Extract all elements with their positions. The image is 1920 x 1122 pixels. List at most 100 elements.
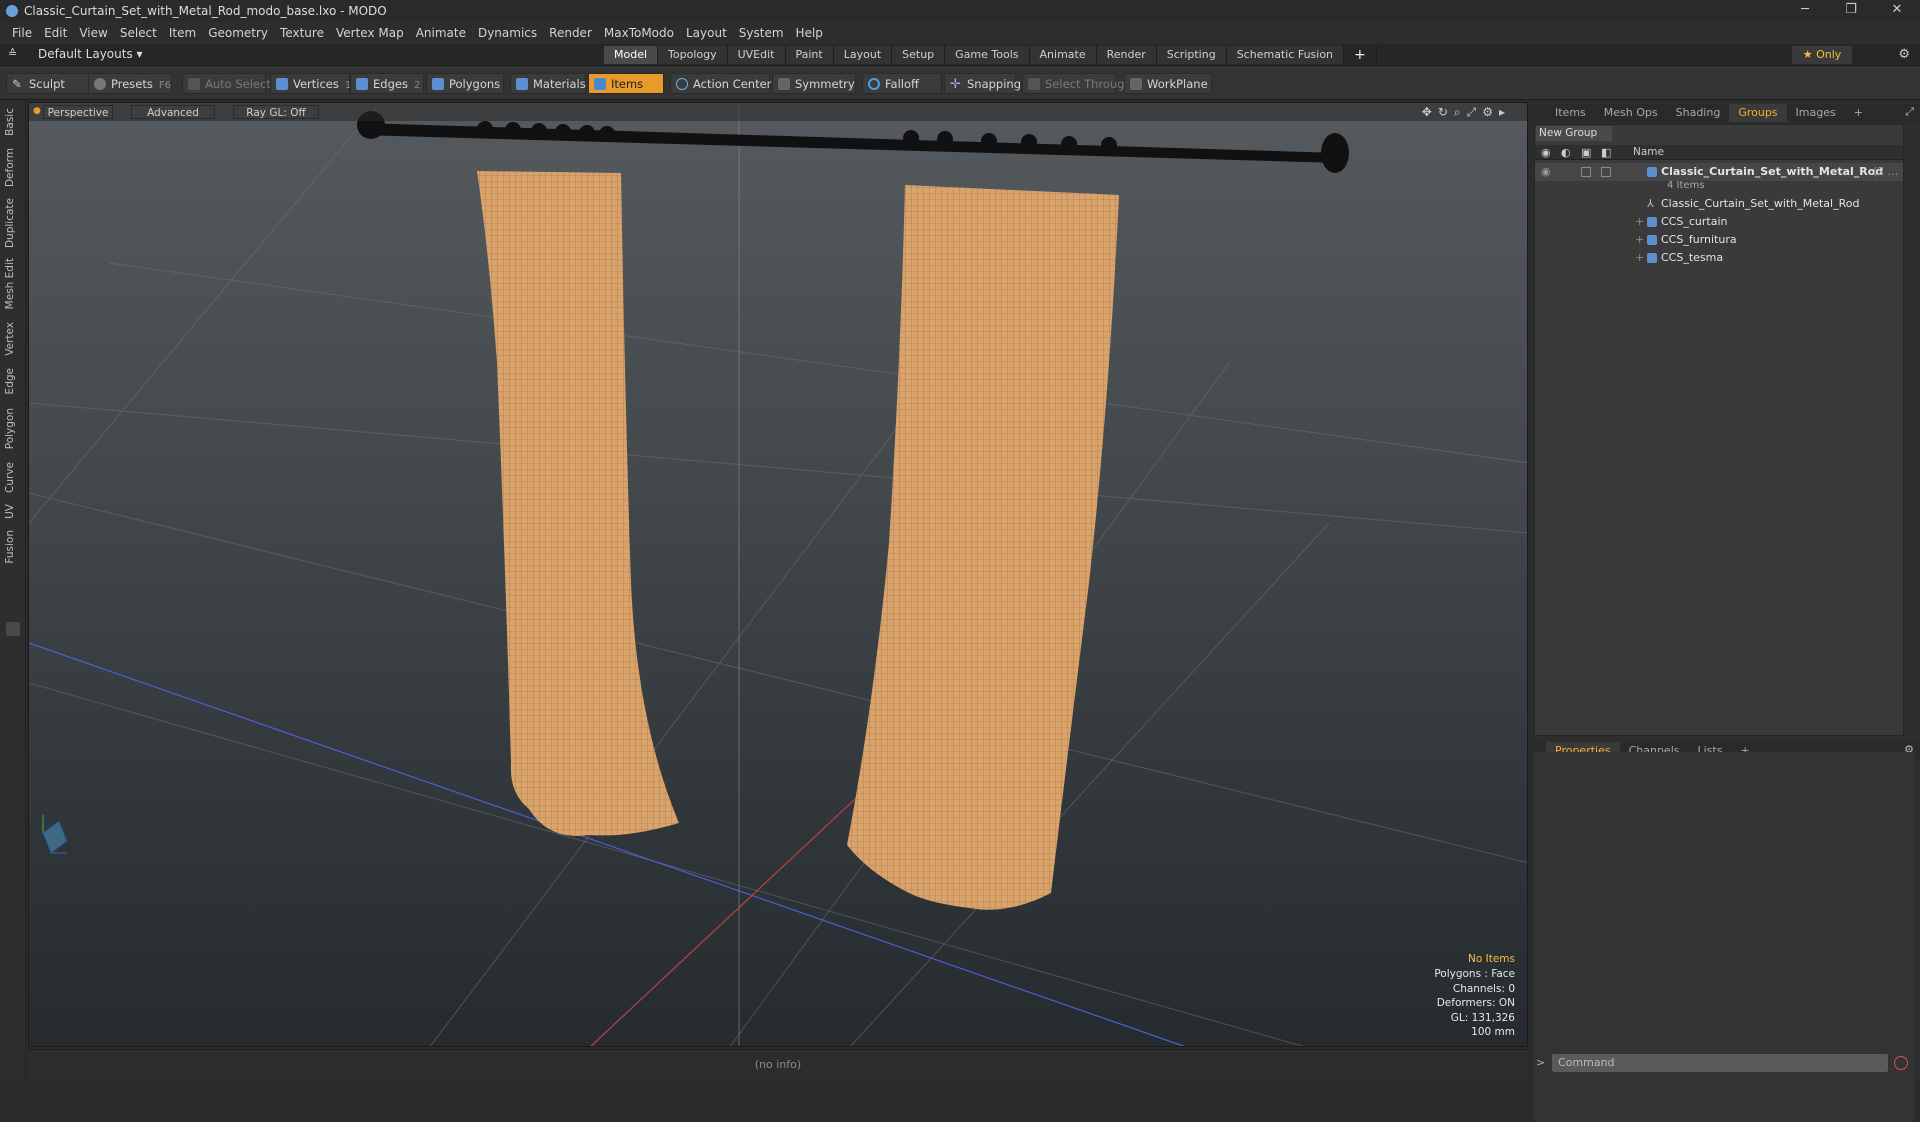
lock-column-icon[interactable]: ▣ xyxy=(1581,146,1591,159)
left-tab-vertex[interactable]: Vertex xyxy=(4,322,16,356)
stats-gl: GL: 131,326 xyxy=(1450,1011,1515,1024)
shading-mode-button[interactable]: Advanced xyxy=(131,105,215,119)
lock-checkbox[interactable] xyxy=(1581,167,1591,177)
expand-icon[interactable]: + xyxy=(1635,231,1644,249)
left-tab-basic[interactable]: Basic xyxy=(4,108,16,136)
menu-item[interactable]: Item xyxy=(163,26,202,40)
menu-select[interactable]: Select xyxy=(114,26,163,40)
left-tab-edge[interactable]: Edge xyxy=(4,368,16,394)
polygons-button[interactable]: Polygons xyxy=(426,73,504,94)
mesh-icon xyxy=(1647,253,1657,263)
tab-game-tools[interactable]: Game Tools xyxy=(945,46,1030,64)
tab-model[interactable]: Model xyxy=(604,46,659,64)
visibility-column-icon[interactable]: ◉ xyxy=(1541,146,1551,159)
raygl-button[interactable]: Ray GL: Off xyxy=(233,105,319,119)
tab-images[interactable]: Images xyxy=(1787,104,1845,122)
minimize-button[interactable]: ─ xyxy=(1782,0,1828,22)
tab-layout[interactable]: Layout xyxy=(833,46,893,64)
add-tab-button[interactable]: + xyxy=(1344,46,1377,64)
menu-animate[interactable]: Animate xyxy=(410,26,472,40)
menu-texture[interactable]: Texture xyxy=(274,26,330,40)
rod-finial-right xyxy=(1321,133,1349,173)
menu-render[interactable]: Render xyxy=(543,26,598,40)
tab-uvedit[interactable]: UVEdit xyxy=(727,46,786,64)
add-panel-tab-button[interactable]: + xyxy=(1845,104,1872,122)
only-toggle[interactable]: ★ Only xyxy=(1792,46,1852,64)
list-item[interactable]: ⅄ Classic_Curtain_Set_with_Metal_Rod xyxy=(1535,195,1903,213)
tab-shading[interactable]: Shading xyxy=(1667,104,1730,122)
viewport-menu-icon[interactable]: ● xyxy=(33,106,41,116)
tab-scripting[interactable]: Scripting xyxy=(1156,46,1227,64)
group-item-count: 4 Items xyxy=(1667,180,1705,191)
command-input[interactable]: Command xyxy=(1552,1054,1888,1072)
expand-icon[interactable]: + xyxy=(1635,213,1644,231)
close-button[interactable]: ✕ xyxy=(1874,0,1920,22)
tab-paint[interactable]: Paint xyxy=(785,46,834,64)
action-center-button[interactable]: Action Center xyxy=(670,73,772,94)
menu-layout[interactable]: Layout xyxy=(680,26,733,40)
left-tab-curve[interactable]: Curve xyxy=(4,462,16,493)
panel-expand-icon[interactable]: ⤢ xyxy=(1905,105,1914,119)
menu-maxtomodo[interactable]: MaxToModo xyxy=(598,26,680,40)
left-tab-duplicate[interactable]: Duplicate xyxy=(4,198,16,248)
view-type-button[interactable]: Perspective xyxy=(43,105,113,119)
expand-icon[interactable]: + xyxy=(1635,249,1644,267)
menu-file[interactable]: File xyxy=(6,26,38,40)
tab-setup[interactable]: Setup xyxy=(892,46,946,64)
left-tab-deform[interactable]: Deform xyxy=(4,148,16,187)
render-column-icon[interactable]: ◐ xyxy=(1561,146,1571,159)
menu-help[interactable]: Help xyxy=(790,26,829,40)
select-through-label: Select Through xyxy=(1045,77,1132,91)
layouts-dropdown[interactable]: Default Layouts ▾ xyxy=(38,47,143,61)
maximize-button[interactable]: ❐ xyxy=(1828,0,1874,22)
materials-button[interactable]: Materials xyxy=(510,73,586,94)
snapping-button[interactable]: ✛ Snapping xyxy=(944,73,1021,94)
select-column-icon[interactable]: ◧ xyxy=(1601,146,1611,159)
auto-select-button[interactable]: Auto Select xyxy=(182,73,271,94)
symmetry-button[interactable]: Symmetry xyxy=(772,73,856,94)
left-tab-mesh-edit[interactable]: Mesh Edit xyxy=(4,258,16,309)
edges-button[interactable]: Edges 2 xyxy=(350,73,424,94)
viewport-nav-icons[interactable]: ✥↻⌕⤢⚙▸ xyxy=(1422,105,1511,120)
symmetry-label: Symmetry xyxy=(795,77,855,91)
command-record-icon[interactable] xyxy=(1894,1056,1908,1070)
menu-vertex-map[interactable]: Vertex Map xyxy=(330,26,410,40)
menu-edit[interactable]: Edit xyxy=(38,26,73,40)
menu-view[interactable]: View xyxy=(73,26,113,40)
title-bar: Classic_Curtain_Set_with_Metal_Rod_modo_… xyxy=(0,0,1920,22)
presets-shortcut: F6 xyxy=(158,80,171,91)
menu-dynamics[interactable]: Dynamics xyxy=(472,26,543,40)
tab-groups[interactable]: Groups xyxy=(1729,104,1787,122)
tab-topology[interactable]: Topology xyxy=(658,46,728,64)
tab-schematic-fusion[interactable]: Schematic Fusion xyxy=(1226,46,1345,64)
palette-toggle-icon[interactable] xyxy=(6,622,20,636)
items-button[interactable]: Items xyxy=(588,73,664,94)
layout-collapse-icon[interactable]: ≙ xyxy=(8,47,17,60)
menu-geometry[interactable]: Geometry xyxy=(202,26,274,40)
presets-icon xyxy=(94,78,106,90)
falloff-button[interactable]: Falloff xyxy=(862,73,942,94)
presets-button[interactable]: Presets F6 xyxy=(88,73,172,94)
list-item[interactable]: + CCS_curtain xyxy=(1535,213,1903,231)
list-item[interactable]: + CCS_furnitura xyxy=(1535,231,1903,249)
select-through-button[interactable]: Select Through xyxy=(1022,73,1132,94)
action-center-label: Action Center xyxy=(693,77,772,91)
left-tab-polygon[interactable]: Polygon xyxy=(4,408,16,449)
tab-animate[interactable]: Animate xyxy=(1029,46,1097,64)
gear-icon[interactable]: ⚙ xyxy=(1898,47,1910,62)
tab-items[interactable]: Items xyxy=(1546,104,1595,122)
left-tab-uv[interactable]: UV xyxy=(4,504,16,519)
list-item[interactable]: + CCS_tesma xyxy=(1535,249,1903,267)
select-checkbox[interactable] xyxy=(1601,167,1611,177)
sculpt-button[interactable]: ✎ Sculpt xyxy=(6,73,90,94)
status-bar: (no info) xyxy=(28,1049,1528,1080)
tab-mesh-ops[interactable]: Mesh Ops xyxy=(1595,104,1667,122)
left-tab-fusion[interactable]: Fusion xyxy=(4,530,16,564)
window-title: Classic_Curtain_Set_with_Metal_Rod_modo_… xyxy=(24,4,387,18)
workplane-button[interactable]: WorkPlane xyxy=(1124,73,1212,94)
tab-render[interactable]: Render xyxy=(1096,46,1157,64)
new-group-button[interactable]: New Group xyxy=(1536,126,1612,141)
3d-viewport[interactable]: ● Perspective Advanced Ray GL: Off ✥↻⌕⤢⚙… xyxy=(28,102,1528,1047)
vertices-button[interactable]: Vertices 1 xyxy=(270,73,351,94)
menu-system[interactable]: System xyxy=(733,26,790,40)
